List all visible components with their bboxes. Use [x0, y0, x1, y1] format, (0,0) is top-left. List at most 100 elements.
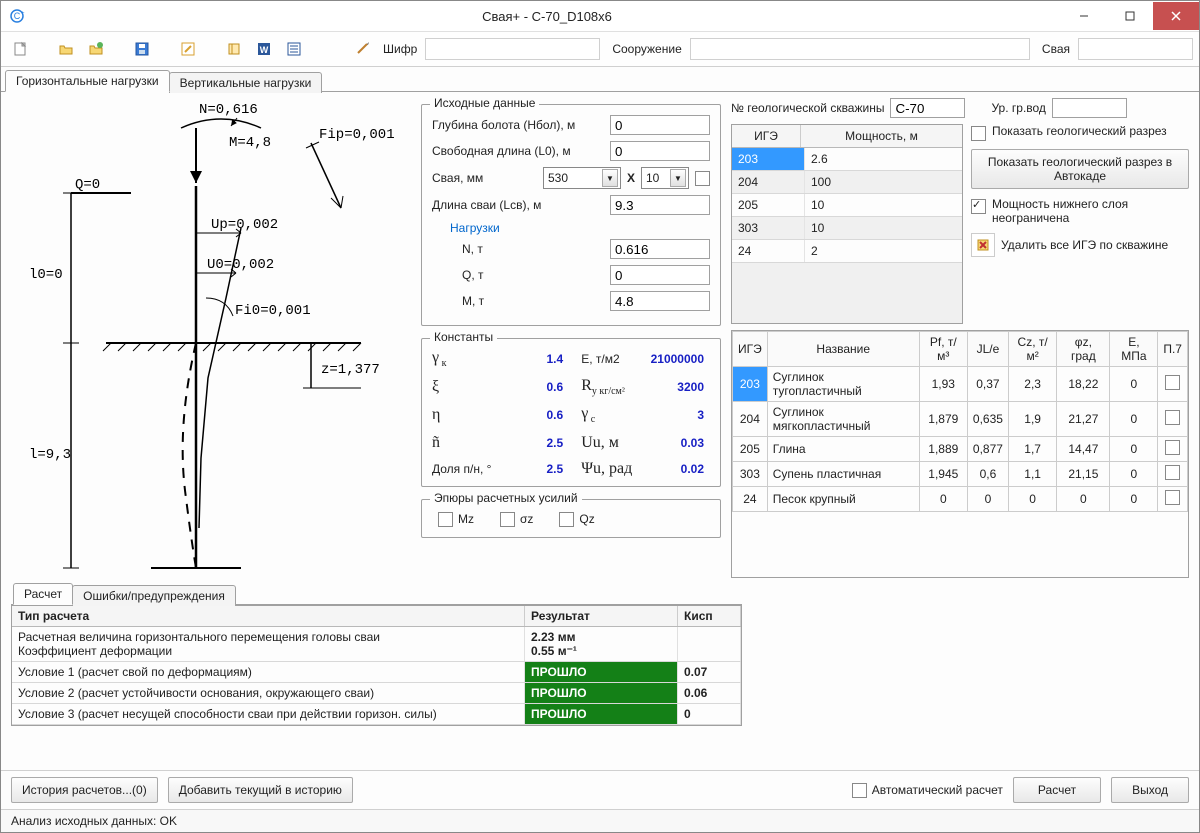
pile-diameter-combo[interactable]: 530▼ [543, 167, 621, 189]
pencil-icon [355, 40, 371, 59]
svg-text:C: C [14, 11, 21, 21]
svg-text:M=4,8: M=4,8 [229, 135, 271, 151]
svg-text:Up=0,002: Up=0,002 [211, 217, 278, 233]
auto-calc-checkbox[interactable]: Автоматический расчет [852, 783, 1003, 798]
table-row[interactable]: 24Песок крупный00000 [733, 487, 1188, 512]
free-length-input[interactable] [610, 141, 710, 161]
pile-wall-combo[interactable]: 10▼ [641, 167, 689, 189]
table-row: Условие 2 (расчет устойчивости основания… [12, 683, 741, 704]
pile-length-input[interactable] [610, 195, 710, 215]
free-length-label: Свободная длина (L0), м [432, 144, 604, 158]
table-row[interactable]: 303Супень пластичная1,9450,61,121,150 [733, 462, 1188, 487]
const-ry[interactable]: 3200 [644, 380, 710, 394]
input-data-title: Исходные данные [430, 96, 539, 110]
table-row[interactable]: 204Суглинок мягкопластичный1,8790,6351,9… [733, 402, 1188, 437]
structure-input[interactable] [690, 38, 1030, 60]
tab-vertical-loads[interactable]: Вертикальные нагрузки [169, 72, 323, 93]
epury-mz-checkbox[interactable]: Mz [438, 512, 474, 527]
const-uu[interactable]: 0.03 [644, 436, 710, 450]
groundwater-input[interactable] [1052, 98, 1127, 118]
pile-input[interactable] [1078, 38, 1193, 60]
tab-errors[interactable]: Ошибки/предупреждения [72, 585, 236, 606]
p7-checkbox[interactable] [1165, 440, 1180, 455]
const-eta[interactable]: 0.6 [503, 408, 569, 422]
edit-icon[interactable] [175, 36, 201, 62]
pile-label: Свая [1042, 42, 1070, 56]
code-label: Шифр [383, 42, 417, 56]
status-bar: Анализ исходных данных: OK [1, 809, 1199, 832]
window-title: Свая+ - C-70_D108x6 [33, 9, 1061, 24]
const-gamma-k[interactable]: 1.4 [503, 352, 569, 366]
borehole-label: № геологической скважины [731, 101, 884, 115]
svg-text:W: W [260, 45, 269, 55]
table-row[interactable]: 2032.6 [732, 148, 962, 171]
tool-icon-1[interactable] [221, 36, 247, 62]
pile-checkbox[interactable] [695, 171, 710, 186]
const-dolya[interactable]: 2.5 [503, 462, 569, 476]
load-m-input[interactable] [610, 291, 710, 311]
load-n-input[interactable] [610, 239, 710, 259]
open-folder-icon[interactable] [53, 36, 79, 62]
app-icon: C+ [7, 6, 27, 26]
table-row[interactable]: 204100 [732, 171, 962, 194]
const-psi[interactable]: 0.02 [644, 462, 710, 476]
report-icon[interactable] [281, 36, 307, 62]
close-button[interactable] [1153, 2, 1199, 30]
p7-checkbox[interactable] [1165, 410, 1180, 425]
const-ntilde[interactable]: 2.5 [503, 436, 569, 450]
p7-checkbox[interactable] [1165, 375, 1180, 390]
tab-horizontal-loads[interactable]: Горизонтальные нагрузки [5, 70, 170, 92]
loads-link[interactable]: Нагрузки [432, 221, 710, 235]
app-window: C+ Свая+ - C-70_D108x6 W Шифр [0, 0, 1200, 833]
table-row[interactable]: 242 [732, 240, 962, 263]
swamp-depth-label: Глубина болота (Нбол), м [432, 118, 604, 132]
unlimited-bottom-checkbox[interactable]: Мощность нижнего слоя неограничена [971, 197, 1189, 225]
load-q-input[interactable] [610, 265, 710, 285]
soil-properties-table[interactable]: ИГЭНазваниеPf, т/м³JL/eCz, т/м²φz, градE… [731, 330, 1189, 578]
table-row[interactable]: 20510 [732, 194, 962, 217]
borehole-input[interactable] [890, 98, 965, 118]
save-icon[interactable] [129, 36, 155, 62]
geology-layers-table[interactable]: ИГЭМощность, м 2032.6 204100 20510 30310… [731, 124, 963, 324]
maximize-button[interactable] [1107, 2, 1153, 30]
p7-checkbox[interactable] [1165, 465, 1180, 480]
svg-text:+: + [21, 11, 25, 17]
p7-checkbox[interactable] [1165, 490, 1180, 505]
epury-sigmaz-checkbox[interactable]: σz [500, 512, 533, 527]
swamp-depth-input[interactable] [610, 115, 710, 135]
open-recent-icon[interactable] [83, 36, 109, 62]
table-row[interactable]: 203Суглинок тугопластичный1,930,372,318,… [733, 367, 1188, 402]
code-input[interactable] [425, 38, 600, 60]
svg-text:U0=0,002: U0=0,002 [207, 257, 274, 273]
svg-text:l0=0: l0=0 [29, 267, 63, 283]
pile-diagram: N=0,616 M=4,8 Fip=0,001 Q=0 l0=0 [11, 98, 411, 578]
constants-title: Константы [430, 330, 497, 344]
constants-group: Константы γ к1.4 E, т/м221000000 ξ0.6 Rу… [421, 338, 721, 487]
svg-text:N=0,616: N=0,616 [199, 102, 258, 118]
load-m-label: M, т [462, 294, 604, 308]
show-section-checkbox[interactable]: Показать геологический разрез [971, 124, 1189, 141]
table-row[interactable]: 30310 [732, 217, 962, 240]
svg-text:z=1,377: z=1,377 [321, 362, 380, 378]
word-export-icon[interactable]: W [251, 36, 277, 62]
epury-group: Эпюры расчетных усилий Mz σz Qz [421, 499, 721, 538]
const-gamma-c[interactable]: 3 [644, 408, 710, 422]
delete-all-ige-button[interactable]: Удалить все ИГЭ по скважине [971, 233, 1189, 257]
tab-calculation[interactable]: Расчет [13, 583, 73, 605]
history-button[interactable]: История расчетов...(0) [11, 777, 158, 803]
new-file-icon[interactable] [7, 36, 33, 62]
const-xi[interactable]: 0.6 [503, 380, 569, 394]
epury-qz-checkbox[interactable]: Qz [559, 512, 594, 527]
title-bar: C+ Свая+ - C-70_D108x6 [1, 1, 1199, 32]
table-row: Условие 3 (расчет несущей способности св… [12, 704, 741, 725]
add-to-history-button[interactable]: Добавить текущий в историю [168, 777, 353, 803]
show-acad-button[interactable]: Показать геологический разрез в Автокаде [971, 149, 1189, 189]
const-e[interactable]: 21000000 [644, 352, 710, 366]
table-row[interactable]: 205Глина1,8890,8771,714,470 [733, 437, 1188, 462]
pile-size-label: Свая, мм [432, 171, 537, 185]
minimize-button[interactable] [1061, 2, 1107, 30]
svg-text:Fip=0,001: Fip=0,001 [319, 127, 395, 143]
exit-button[interactable]: Выход [1111, 777, 1189, 803]
epury-title: Эпюры расчетных усилий [430, 491, 582, 505]
calculate-button[interactable]: Расчет [1013, 777, 1101, 803]
